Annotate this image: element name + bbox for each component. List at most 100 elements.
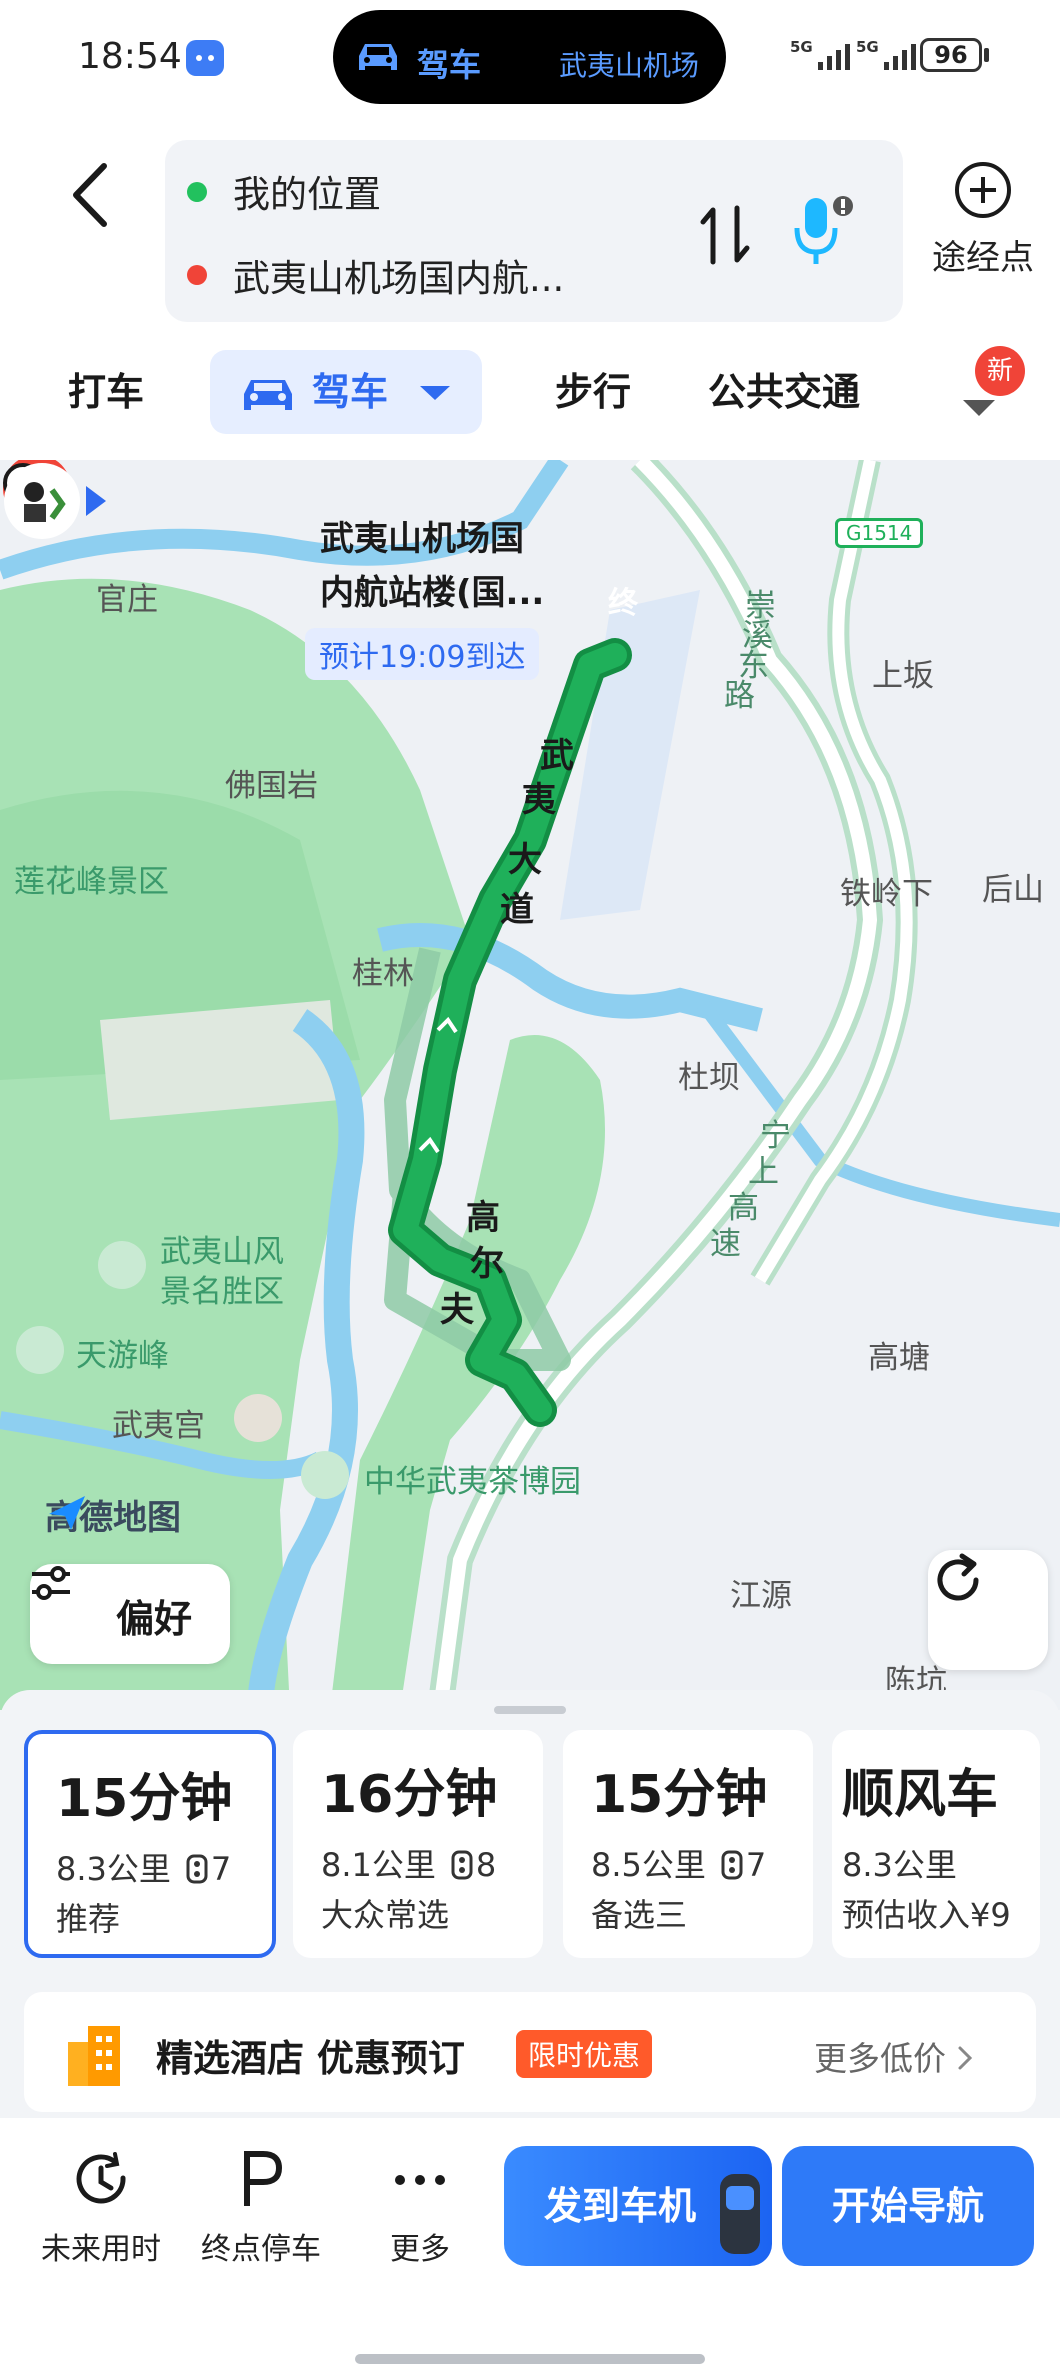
status-bar: 18:54 驾车 武夷山机场 5G 5G 96 (0, 0, 1060, 115)
route-map[interactable]: 官庄 G1514 崇 溪 东 路 上坂 佛国岩 莲花峰景区 武 夷 大 道 铁岭… (0, 460, 1060, 1710)
origin-dot-icon (187, 182, 207, 202)
map-road-label: 夷 (522, 780, 556, 820)
more-button[interactable]: 更多 (345, 2148, 495, 2268)
island-mode-label: 驾车 (417, 46, 482, 84)
sheet-drag-handle[interactable] (494, 1706, 566, 1714)
traffic-light-count: 7 (210, 1850, 232, 1888)
map-label: 杜坝 (678, 1060, 740, 1096)
destination-callout[interactable]: 武夷山机场国 内航站楼(国... (320, 512, 544, 620)
destination-parking-button[interactable]: 终点停车 (186, 2148, 336, 2268)
amap-logo: 高德地图 (45, 1490, 181, 1539)
microphone-icon[interactable] (787, 188, 857, 272)
route-tag: 备选三 (591, 1896, 688, 1934)
route-distance-value: 8.3公里 (56, 1850, 171, 1888)
route-option-card[interactable]: 15分钟 8.3公里 7 推荐 (24, 1730, 276, 1958)
tab-walk[interactable]: 步行 (555, 350, 631, 434)
highway-badge: G1514 (835, 518, 924, 548)
end-marker-label: 终 (608, 586, 638, 621)
route-tag: 推荐 (56, 1900, 121, 1938)
new-badge: 新 (975, 346, 1025, 396)
carpool-option-card[interactable]: 顺风车 8.3公里 预估收入¥9 (832, 1730, 1040, 1958)
destination-name-line: 武夷山机场国 (320, 519, 524, 559)
swap-icon[interactable] (697, 200, 753, 270)
start-navigation-button[interactable]: 开始导航 (782, 2146, 1034, 2266)
carpool-title: 顺风车 (842, 1765, 999, 1825)
tab-transit[interactable]: 公共交通 (708, 350, 860, 434)
map-label: 景名胜区 (160, 1274, 284, 1310)
hotel-promo-banner[interactable]: 精选酒店 优惠预订 限时优惠 更多低价 (24, 1992, 1036, 2112)
clock-icon (76, 2152, 126, 2204)
current-location-marker-icon (4, 463, 106, 539)
hotel-building-icon (68, 2026, 120, 2086)
destination-dot-icon (187, 265, 207, 285)
navigation-island[interactable]: 驾车 武夷山机场 (333, 10, 726, 104)
map-label: 上坂 (872, 658, 934, 694)
settings-sliders-icon (32, 1566, 70, 1600)
route-duration: 16分钟 (321, 1765, 498, 1825)
map-label: 桂林 (352, 956, 414, 992)
refresh-icon (937, 1553, 979, 1601)
more-dots-icon (395, 2175, 445, 2185)
origin-field[interactable]: 我的位置 (233, 164, 381, 218)
map-label: 中华武夷茶博园 (364, 1464, 581, 1500)
battery-level: 96 (934, 41, 968, 69)
tab-drive-label: 驾车 (312, 370, 389, 414)
tab-taxi[interactable]: 打车 (68, 350, 144, 434)
traffic-light-icon (186, 1854, 208, 1884)
destination-parking-label: 终点停车 (201, 2232, 321, 2267)
home-indicator[interactable] (355, 2354, 705, 2364)
tab-drive[interactable]: 驾车 (210, 350, 482, 434)
map-road-label: 武 (540, 736, 574, 776)
map-road-label: 道 (500, 890, 534, 930)
signal-label: 5G (856, 38, 879, 56)
more-deals-label: 更多低价 (814, 2039, 946, 2078)
map-road-label: 夫 (440, 1290, 474, 1330)
route-input-box: 我的位置 武夷山机场国内航... (165, 140, 903, 322)
back-icon[interactable] (58, 150, 128, 240)
route-distance: 8.3公里 7 (56, 1844, 231, 1890)
route-distance: 8.1公里 8 (321, 1840, 496, 1886)
add-waypoint-button[interactable]: 途经点 (918, 160, 1048, 310)
route-header: 我的位置 武夷山机场国内航... 途经点 打车 驾车 步行 公共交通 新 (0, 115, 1060, 460)
traffic-light-count: 7 (745, 1846, 767, 1884)
more-deals-link[interactable]: 更多低价 (814, 2032, 974, 2080)
route-option-card[interactable]: 16分钟 8.1公里 8 大众常选 (293, 1730, 543, 1958)
send-to-car-label: 发到车机 (544, 2184, 697, 2228)
battery-icon: 96 (920, 38, 982, 72)
carpool-income: 预估收入¥9 (842, 1896, 1011, 1934)
route-duration: 15分钟 (591, 1765, 768, 1825)
route-options-sheet: 15分钟 8.3公里 7 推荐 16分钟 8.1公里 8 大众常选 15分钟 8.5… (0, 1690, 1060, 2376)
battery-tip (984, 48, 989, 62)
refresh-button[interactable] (928, 1550, 1048, 1670)
map-road-label: 大 (508, 840, 542, 880)
route-tag: 大众常选 (321, 1896, 450, 1934)
map-road-label: 尔 (470, 1244, 504, 1284)
map-road-label: 路 (724, 678, 755, 714)
route-distance-value: 8.5公里 (591, 1846, 706, 1884)
map-label: 武夷宫 (112, 1408, 205, 1444)
destination-field[interactable]: 武夷山机场国内航... (233, 248, 564, 302)
map-label: 武夷山风 (160, 1234, 284, 1270)
signal-label: 5G (790, 38, 813, 56)
clock: 18:54 (78, 36, 182, 77)
route-duration: 15分钟 (56, 1769, 233, 1829)
car-icon (359, 44, 397, 70)
map-label: 高塘 (868, 1340, 930, 1376)
map-label: 后山 (982, 872, 1044, 908)
preference-button[interactable]: 偏好 (30, 1564, 230, 1664)
car-icon (244, 380, 292, 410)
map-label: 莲花峰景区 (14, 864, 169, 900)
route-distance-value: 8.1公里 (321, 1846, 436, 1884)
send-to-car-button[interactable]: 发到车机 (504, 2146, 772, 2266)
chat-notification-icon (186, 40, 224, 76)
map-label: 铁岭下 (840, 876, 933, 912)
eta-label: 预计19:09到达 (305, 628, 540, 680)
future-time-button[interactable]: 未来用时 (26, 2148, 176, 2268)
map-label: 江源 (730, 1578, 792, 1614)
waypoint-label: 途经点 (932, 238, 1034, 278)
chevron-right-icon (958, 2046, 973, 2070)
route-option-card[interactable]: 15分钟 8.5公里 7 备选三 (563, 1730, 813, 1958)
amap-logo-icon (49, 1496, 85, 1530)
destination-name-line: 内航站楼(国... (320, 573, 545, 613)
travel-mode-tabs: 打车 驾车 步行 公共交通 新 (0, 346, 1060, 440)
